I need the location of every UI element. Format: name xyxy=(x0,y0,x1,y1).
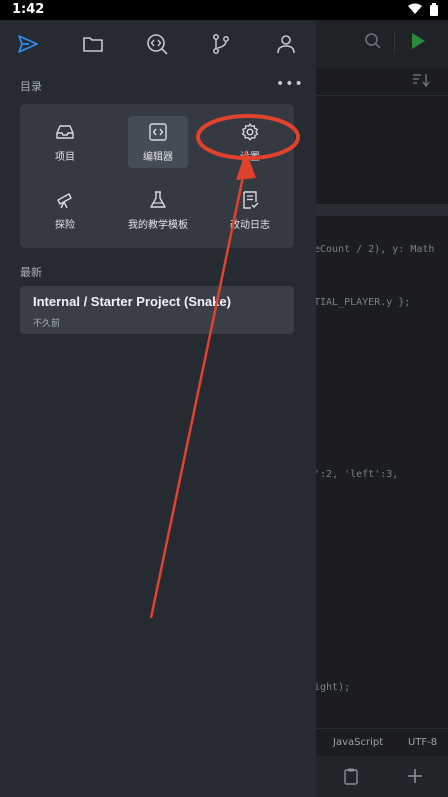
inbox-icon xyxy=(56,125,74,139)
status-time: 1:42 xyxy=(12,2,45,17)
battery-icon xyxy=(430,3,438,16)
menu-item-label: 编辑器 xyxy=(143,152,173,163)
code-line: ':2, 'left':3, xyxy=(314,469,399,480)
folder-icon[interactable] xyxy=(81,32,105,56)
user-icon[interactable] xyxy=(274,32,298,56)
gear-icon xyxy=(241,123,259,141)
search-icon[interactable] xyxy=(364,32,382,50)
menu-item-projects[interactable]: 项目 xyxy=(35,116,95,168)
code-icon xyxy=(149,123,167,141)
navigation-drawer: 目录 ••• 项目 编辑器 设置 探险 我的教学模板 改动日志 最新 Inter… xyxy=(0,20,316,797)
status-bar: 1:42 xyxy=(0,0,448,20)
flask-icon xyxy=(150,191,166,208)
recent-section-title: 最新 xyxy=(20,266,42,279)
menu-item-teaching-templates[interactable]: 我的教学模板 xyxy=(128,184,188,236)
sort-icon[interactable] xyxy=(412,72,430,88)
recent-project-card[interactable]: Internal / Starter Project (Snake) 不久前 xyxy=(20,286,294,334)
menu-item-settings[interactable]: 设置 xyxy=(220,116,280,168)
code-line: TIAL_PLAYER.y }; xyxy=(314,297,411,308)
telescope-icon xyxy=(57,193,72,209)
menu-item-explore[interactable]: 探险 xyxy=(35,184,95,236)
code-line: ight); xyxy=(314,682,351,693)
menu-item-label: 我的教学模板 xyxy=(128,220,188,231)
code-line: eCount / 2), y: Math xyxy=(314,244,435,255)
menu-item-label: 探险 xyxy=(55,220,75,231)
language-label[interactable]: JavaScript xyxy=(333,737,383,748)
menu-item-label: 设置 xyxy=(240,152,260,163)
recent-project-time: 不久前 xyxy=(33,319,61,329)
run-play-icon[interactable] xyxy=(410,32,426,50)
add-icon[interactable] xyxy=(407,768,423,784)
changelog-icon xyxy=(243,191,259,209)
encoding-label[interactable]: UTF-8 xyxy=(408,737,437,748)
menu-card: 项目 编辑器 设置 探险 我的教学模板 改动日志 xyxy=(20,104,294,248)
section-title: 目录 xyxy=(20,80,42,93)
send-icon[interactable] xyxy=(16,32,40,56)
more-options-button[interactable]: ••• xyxy=(276,76,304,92)
wifi-icon xyxy=(408,3,422,14)
search-code-icon[interactable] xyxy=(145,32,169,56)
menu-item-label: 改动日志 xyxy=(230,220,270,231)
menu-item-label: 项目 xyxy=(55,152,75,163)
drawer-nav-bar xyxy=(0,20,316,68)
recent-project-name: Internal / Starter Project (Snake) xyxy=(33,294,231,309)
menu-item-changelog[interactable]: 改动日志 xyxy=(220,184,280,236)
menu-item-editor[interactable]: 编辑器 xyxy=(128,116,188,168)
branch-icon[interactable] xyxy=(209,32,233,56)
clipboard-icon[interactable] xyxy=(344,768,358,785)
